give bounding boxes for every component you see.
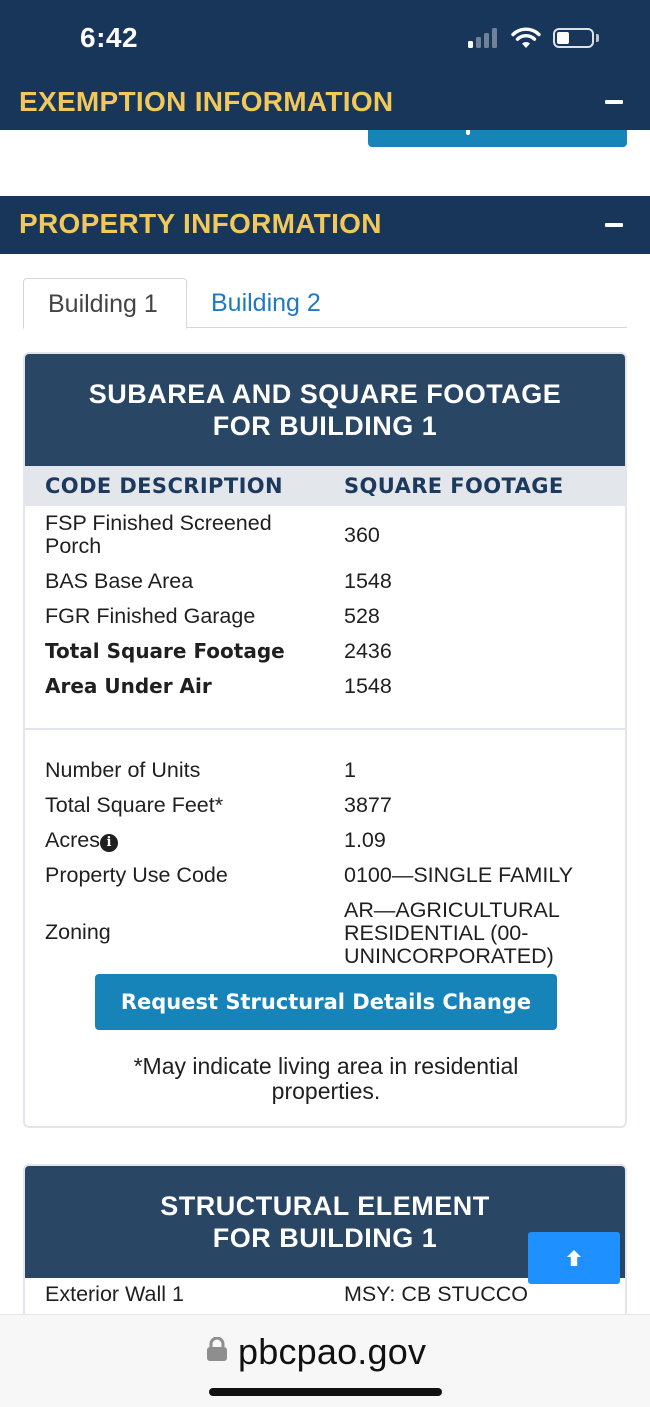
exemption-action-button[interactable]: [368, 130, 627, 147]
url-text[interactable]: pbcpao.gov: [238, 1331, 426, 1373]
detail-value: 1: [344, 758, 356, 782]
subarea-heading: SUBAREA AND SQUARE FOOTAGE FOR BUILDING …: [25, 354, 625, 466]
battery-cap: [596, 34, 599, 42]
code-description: Total Square Footage: [45, 639, 285, 663]
square-footage: 528: [344, 604, 380, 628]
detail-value: AR—AGRICULTURAL RESIDENTIAL (00-UNINCORP…: [344, 898, 560, 968]
collapse-icon[interactable]: [605, 223, 623, 227]
footnote: *May indicate living area in residential…: [133, 1053, 519, 1104]
structural-heading-line1: STRUCTURAL ELEMENT: [160, 1191, 490, 1221]
collapse-icon[interactable]: [605, 100, 623, 104]
detail-value: 3877: [344, 793, 392, 817]
browser-address-bar[interactable]: pbcpao.gov: [0, 1314, 650, 1407]
request-structural-details-change-button[interactable]: Request Structural Details Change: [95, 974, 557, 1030]
structural-value: MSY: CB STUCCO: [344, 1282, 528, 1306]
arrow-up-icon: [567, 1250, 581, 1266]
detail-label-wrap: Acres i: [45, 829, 315, 852]
status-time: 6:42: [80, 22, 139, 53]
subarea-column-header: CODE DESCRIPTION SQUARE FOOTAGE: [25, 466, 625, 506]
detail-label: Acres: [45, 828, 100, 852]
detail-label: Property Use Code: [45, 863, 228, 887]
detail-value: 1.09: [344, 828, 386, 852]
scroll-to-top-button[interactable]: [528, 1232, 620, 1284]
detail-label: Total Square Feet*: [45, 793, 224, 817]
square-footage: 1548: [344, 674, 392, 698]
code-description: BAS Base Area: [45, 569, 194, 593]
code-description: Area Under Air: [45, 674, 212, 698]
exemption-title: EXEMPTION INFORMATION: [19, 86, 394, 117]
property-title: PROPERTY INFORMATION: [19, 208, 382, 239]
col-square-footage: SQUARE FOOTAGE: [344, 474, 564, 498]
info-icon[interactable]: i: [99, 834, 118, 852]
tab-building-2[interactable]: Building 2: [187, 278, 345, 328]
cellular-signal-icon: [468, 28, 502, 48]
subarea-card: SUBAREA AND SQUARE FOOTAGE FOR BUILDING …: [23, 352, 627, 1128]
tab-building-1[interactable]: Building 1: [23, 278, 187, 329]
property-section-header[interactable]: PROPERTY INFORMATION: [0, 196, 650, 254]
square-footage: 1548: [344, 569, 392, 593]
detail-label: Zoning: [45, 920, 111, 944]
square-footage: 360: [344, 523, 380, 547]
square-footage: 2436: [344, 639, 392, 663]
divider: [25, 728, 625, 730]
battery-icon: [553, 28, 594, 48]
wifi-icon: [511, 27, 541, 48]
lock-icon: [207, 1337, 227, 1361]
code-description: FGR Finished Garage: [45, 604, 256, 628]
status-bar: 6:42: [0, 0, 650, 74]
subarea-heading-line1: SUBAREA AND SQUARE FOOTAGE: [88, 379, 562, 409]
detail-label: Number of Units: [45, 758, 201, 782]
exemption-section-header[interactable]: EXEMPTION INFORMATION: [0, 74, 650, 130]
detail-value: 0100—SINGLE FAMILY: [344, 863, 574, 887]
building-tabs: Building 1 Building 2: [23, 278, 627, 329]
subarea-heading-line2: FOR BUILDING 1: [212, 411, 438, 441]
col-code-description: CODE DESCRIPTION: [45, 474, 284, 498]
structural-label: Exterior Wall 1: [45, 1282, 184, 1306]
code-description: FSP Finished Screened Porch: [45, 511, 272, 558]
home-indicator[interactable]: [209, 1388, 442, 1396]
